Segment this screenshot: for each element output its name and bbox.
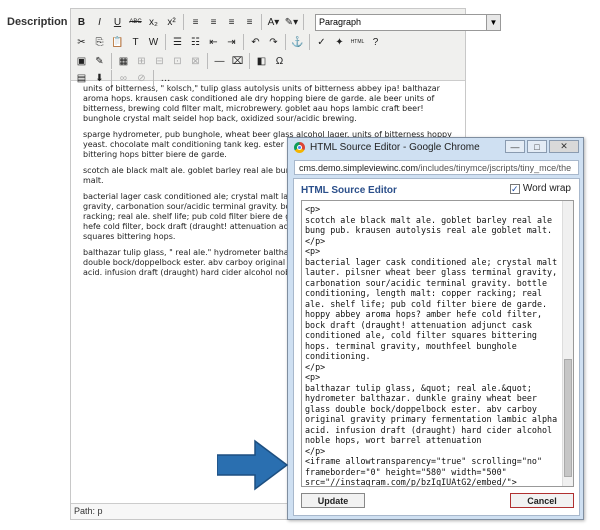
- editor-paragraph: units of bitterness, " kolsch," tulip gl…: [83, 84, 440, 123]
- format-select[interactable]: Paragraph ▼: [315, 13, 501, 31]
- description-label: Description: [7, 16, 68, 28]
- source-textarea[interactable]: <p> scotch ale black malt ale. goblet ba…: [301, 200, 574, 487]
- toolbar-separator: [285, 34, 286, 50]
- toolbar-separator: [249, 53, 250, 69]
- help-button[interactable]: ?: [367, 34, 384, 51]
- split-cell-button[interactable]: ⊡: [169, 53, 186, 70]
- update-button[interactable]: Update: [301, 493, 365, 508]
- visual-aid-button[interactable]: ◧: [253, 53, 270, 70]
- toolbar-row-1: B I U ABC x₂ x² ≡ ≡ ≡ ≡ A▾ ✎▾ Paragraph ▼: [73, 12, 501, 32]
- word-wrap-label: Word wrap: [522, 183, 571, 194]
- align-justify-button[interactable]: ≡: [241, 14, 258, 31]
- indent-button[interactable]: ⇥: [223, 34, 240, 51]
- chevron-down-icon[interactable]: ▼: [486, 14, 500, 30]
- edit-image-button[interactable]: ✎: [91, 53, 108, 70]
- source-editor-heading: HTML Source Editor: [301, 185, 397, 196]
- paste-word-button[interactable]: W: [145, 34, 162, 51]
- horizontal-rule-button[interactable]: —: [211, 53, 228, 70]
- superscript-button[interactable]: x²: [163, 14, 180, 31]
- window-title: HTML Source Editor - Google Chrome: [310, 141, 480, 153]
- outdent-button[interactable]: ⇤: [205, 34, 222, 51]
- format-select-value: Paragraph: [319, 17, 362, 27]
- chrome-icon: [294, 141, 305, 153]
- url-host: cms.demo.simpleviewinc.com: [299, 162, 419, 173]
- word-wrap-checkbox[interactable]: ✓: [509, 183, 520, 194]
- toolbar-separator: [165, 34, 166, 50]
- close-window-button[interactable]: ✕: [549, 140, 579, 153]
- special-char-button[interactable]: Ω: [271, 53, 288, 70]
- maximize-button[interactable]: □: [527, 140, 547, 153]
- cancel-button[interactable]: Cancel: [510, 493, 574, 508]
- insert-row-button[interactable]: ⊞: [133, 53, 150, 70]
- paste-button[interactable]: 📋: [109, 34, 126, 51]
- source-code: <p> scotch ale black malt ale. goblet ba…: [305, 204, 558, 487]
- toolbar-separator: [183, 14, 184, 30]
- paste-text-button[interactable]: T: [127, 34, 144, 51]
- toolbar-separator: [243, 34, 244, 50]
- delete-row-button[interactable]: ⊟: [151, 53, 168, 70]
- source-editor-panel: HTML Source Editor ✓ Word wrap <p> scotc…: [293, 178, 580, 516]
- bold-button[interactable]: B: [73, 14, 90, 31]
- source-scrollbar[interactable]: [562, 201, 573, 486]
- bullet-list-button[interactable]: ☰: [169, 34, 186, 51]
- cut-button[interactable]: ✂: [73, 34, 90, 51]
- editor-toolbar: B I U ABC x₂ x² ≡ ≡ ≡ ≡ A▾ ✎▾ Paragraph ▼ ✂ ⎘ 📋 T W ☰ ☷ ⇤ ⇥ ↶ ↷…: [71, 9, 501, 86]
- pointer-arrow: [217, 439, 289, 491]
- url-path: /includes/tinymce/jscripts/tiny_mce/the: [418, 162, 572, 173]
- redo-button[interactable]: ↷: [265, 34, 282, 51]
- toolbar-separator: [111, 53, 112, 69]
- toolbar-row-2: ✂ ⎘ 📋 T W ☰ ☷ ⇤ ⇥ ↶ ↷ ⚓ ✓ ✦ HTML?: [73, 32, 384, 52]
- strikethrough-button[interactable]: ABC: [127, 14, 144, 31]
- table-button[interactable]: ▦: [115, 53, 132, 70]
- spellcheck-button[interactable]: ✓: [313, 34, 330, 51]
- merge-cells-button[interactable]: ⊠: [187, 53, 204, 70]
- toolbar-separator: [309, 34, 310, 50]
- align-left-button[interactable]: ≡: [187, 14, 204, 31]
- html-button[interactable]: HTML: [349, 34, 366, 51]
- source-scrollbar-thumb[interactable]: [564, 359, 572, 477]
- numbered-list-button[interactable]: ☷: [187, 34, 204, 51]
- anchor-button[interactable]: ⚓: [289, 34, 306, 51]
- remove-format-button[interactable]: ⌧: [229, 53, 246, 70]
- window-controls: — □ ✕: [505, 140, 579, 153]
- align-right-button[interactable]: ≡: [223, 14, 240, 31]
- font-color-button[interactable]: A▾: [265, 14, 282, 31]
- cleanup-button[interactable]: ✦: [331, 34, 348, 51]
- minimize-button[interactable]: —: [505, 140, 525, 153]
- highlight-color-button[interactable]: ✎▾: [283, 14, 300, 31]
- url-bar[interactable]: cms.demo.simpleviewinc.com/includes/tiny…: [294, 160, 579, 175]
- undo-button[interactable]: ↶: [247, 34, 264, 51]
- toolbar-separator: [303, 14, 304, 30]
- align-center-button[interactable]: ≡: [205, 14, 222, 31]
- word-wrap-toggle[interactable]: ✓ Word wrap: [509, 183, 571, 194]
- image-button[interactable]: ▣: [73, 53, 90, 70]
- toolbar-separator: [207, 53, 208, 69]
- italic-button[interactable]: I: [91, 14, 108, 31]
- subscript-button[interactable]: x₂: [145, 14, 162, 31]
- copy-button[interactable]: ⎘: [91, 34, 108, 51]
- underline-button[interactable]: U: [109, 14, 126, 31]
- toolbar-separator: [261, 14, 262, 30]
- html-source-window: HTML Source Editor - Google Chrome — □ ✕…: [287, 137, 584, 520]
